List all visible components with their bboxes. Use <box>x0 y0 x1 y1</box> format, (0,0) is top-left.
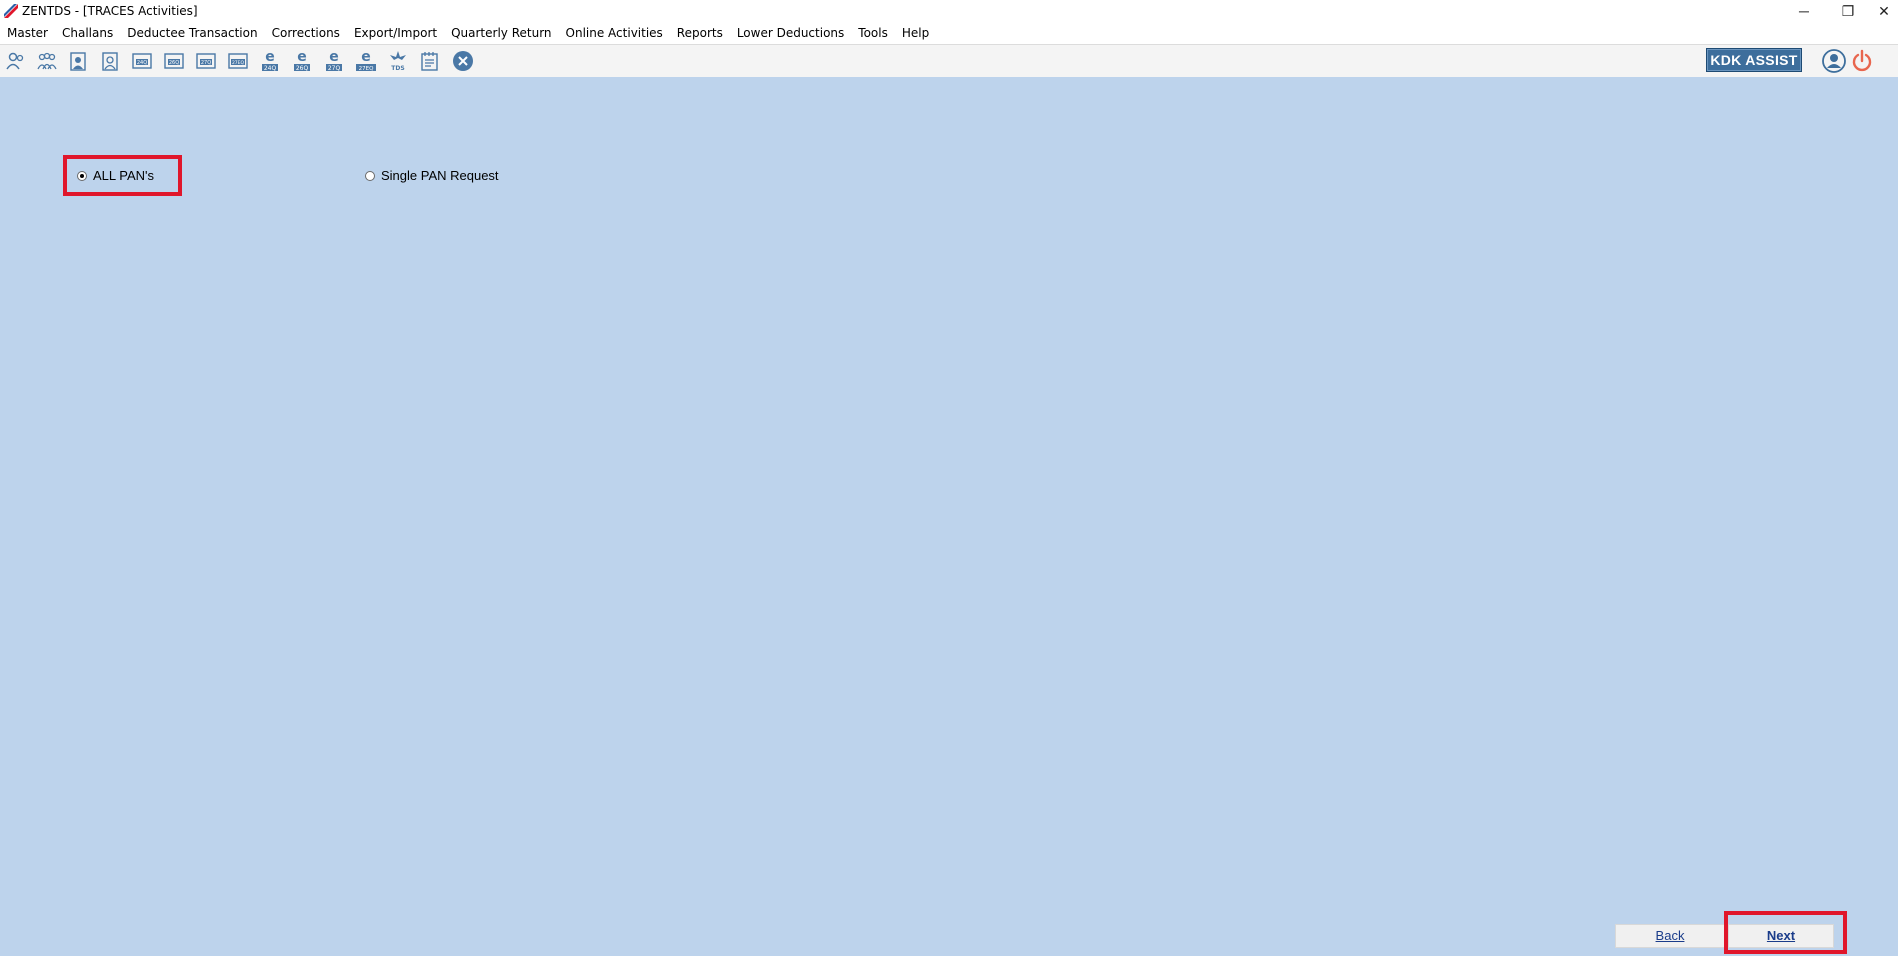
all-pans-option[interactable]: ALL PAN's <box>77 168 154 183</box>
title-bar: ZENTDS - [TRACES Activities] ─ ❐ ✕ <box>0 0 1898 22</box>
svg-text:27Q: 27Q <box>201 60 211 66</box>
e-24q-icon[interactable]: e 24Q <box>258 49 282 73</box>
restore-button[interactable]: ❐ <box>1826 0 1870 22</box>
traces-activities-panel: ALL PAN's Single PAN Request Back Next <box>0 77 1898 956</box>
menu-bar: Master Challans Deductee Transaction Cor… <box>0 22 1898 44</box>
toolbar: 24Q 26Q 27Q 27EQ e 24Q e 26Q e 27Q e 27EQ TD… <box>0 44 1898 78</box>
deductor-icon[interactable] <box>4 49 28 73</box>
menu-challans[interactable]: Challans <box>55 26 120 40</box>
single-pan-radio[interactable] <box>365 170 375 181</box>
svg-text:27Q: 27Q <box>328 65 341 72</box>
svg-text:e: e <box>361 49 371 65</box>
svg-text:26Q: 26Q <box>169 60 179 66</box>
e-26q-icon[interactable]: e 26Q <box>290 49 314 73</box>
menu-quarterly-return[interactable]: Quarterly Return <box>444 26 558 40</box>
svg-text:e: e <box>329 49 339 65</box>
e-27q-icon[interactable]: e 27Q <box>322 49 346 73</box>
single-pan-option[interactable]: Single PAN Request <box>365 168 499 183</box>
kdk-assist-button[interactable]: KDK ASSIST <box>1706 48 1802 72</box>
employee-salary-icon[interactable] <box>98 49 122 73</box>
close-window-button[interactable]: ✕ <box>1870 0 1898 22</box>
menu-corrections[interactable]: Corrections <box>265 26 347 40</box>
all-pans-label: ALL PAN's <box>93 168 155 183</box>
menu-reports[interactable]: Reports <box>670 26 730 40</box>
next-highlight <box>1724 911 1847 954</box>
menu-tools[interactable]: Tools <box>851 26 895 40</box>
e-27eq-icon[interactable]: e 27EQ <box>354 49 378 73</box>
svg-text:e: e <box>297 49 307 65</box>
svg-text:27EQ: 27EQ <box>232 60 245 66</box>
svg-text:e: e <box>265 49 275 65</box>
deductees-icon[interactable] <box>35 49 59 73</box>
menu-export-import[interactable]: Export/Import <box>347 26 444 40</box>
all-pans-radio[interactable] <box>77 170 87 181</box>
single-pan-label: Single PAN Request <box>381 168 499 183</box>
user-icon[interactable] <box>1822 49 1846 73</box>
window-title: ZENTDS - [TRACES Activities] <box>22 4 198 18</box>
svg-text:24Q: 24Q <box>264 65 277 72</box>
menu-online-activities[interactable]: Online Activities <box>559 26 670 40</box>
minimize-button[interactable]: ─ <box>1782 0 1826 22</box>
svg-text:TDS: TDS <box>391 65 404 72</box>
form-26q-icon[interactable]: 26Q <box>162 49 186 73</box>
employee-icon[interactable] <box>66 49 90 73</box>
svg-text:26Q: 26Q <box>296 65 309 72</box>
svg-text:27EQ: 27EQ <box>359 66 374 72</box>
notepad-icon[interactable] <box>418 49 442 73</box>
svg-text:24Q: 24Q <box>137 60 147 66</box>
form-24q-icon[interactable]: 24Q <box>130 49 154 73</box>
power-icon[interactable] <box>1850 49 1874 73</box>
menu-master[interactable]: Master <box>0 26 55 40</box>
back-button[interactable]: Back <box>1615 924 1725 948</box>
menu-help[interactable]: Help <box>895 26 936 40</box>
close-circle-icon[interactable] <box>451 49 475 73</box>
menu-deductee-transaction[interactable]: Deductee Transaction <box>120 26 264 40</box>
form-27eq-icon[interactable]: 27EQ <box>226 49 250 73</box>
menu-lower-deductions[interactable]: Lower Deductions <box>730 26 851 40</box>
app-logo-icon <box>4 4 18 18</box>
tds-icon[interactable]: TDS <box>386 49 410 73</box>
form-27q-icon[interactable]: 27Q <box>194 49 218 73</box>
